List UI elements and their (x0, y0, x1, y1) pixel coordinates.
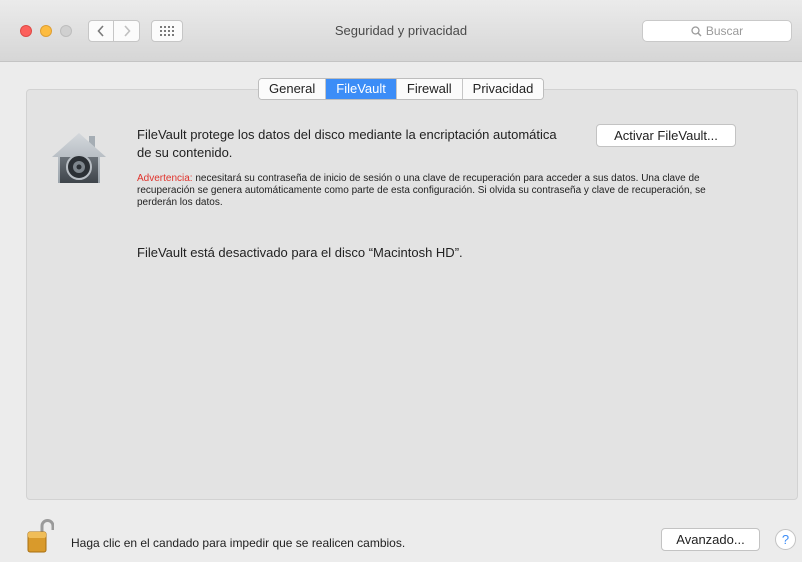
forward-button[interactable] (114, 20, 140, 42)
tab-bar: General FileVault Firewall Privacidad (258, 78, 545, 100)
tab-general[interactable]: General (259, 79, 327, 99)
search-field[interactable]: Buscar (642, 20, 792, 42)
grid-icon (160, 26, 174, 36)
zoom-button[interactable] (60, 25, 72, 37)
back-icon (97, 25, 104, 37)
close-button[interactable] (20, 25, 32, 37)
lock-message: Haga clic en el candado para impedir que… (71, 536, 406, 550)
advanced-button[interactable]: Avanzado... (661, 528, 760, 551)
show-all-button[interactable] (151, 20, 183, 42)
search-icon (691, 25, 702, 36)
window: Seguridad y privacidad Buscar General Fi… (0, 0, 802, 562)
filevault-house-icon (52, 133, 106, 183)
search-placeholder: Buscar (705, 24, 744, 38)
tab-privacidad[interactable]: Privacidad (462, 79, 544, 99)
tab-firewall[interactable]: Firewall (396, 79, 463, 99)
minimize-button[interactable] (40, 25, 52, 37)
help-button[interactable]: ? (775, 529, 796, 550)
tab-filevault[interactable]: FileVault (326, 79, 397, 99)
warning-body: necesitará su contraseña de inicio de se… (137, 173, 706, 208)
lock-icon[interactable] (26, 518, 54, 554)
warning-label: Advertencia: (137, 173, 193, 184)
filevault-status: FileVault está desactivado para el disco… (137, 245, 463, 260)
title-bar: Seguridad y privacidad Buscar (0, 0, 802, 62)
forward-icon (123, 25, 131, 37)
activate-filevault-button[interactable]: Activar FileVault... (596, 124, 736, 147)
filevault-description: FileVault protege los datos del disco me… (137, 127, 557, 160)
warning-text: Advertencia: necesitará su contraseña de… (137, 173, 737, 209)
back-button[interactable] (88, 20, 114, 42)
help-icon: ? (781, 532, 790, 547)
